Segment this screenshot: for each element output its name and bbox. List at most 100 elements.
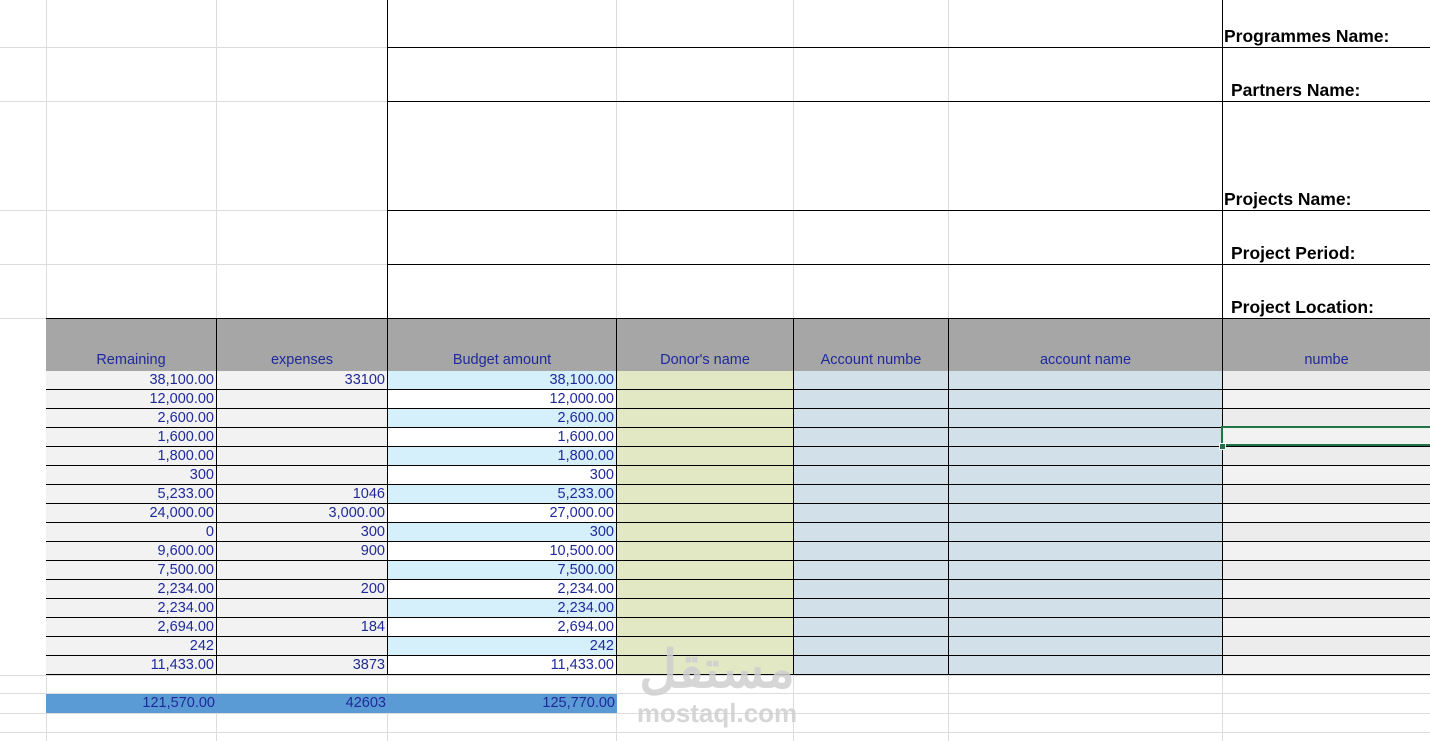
cell-account-name[interactable] — [949, 618, 1223, 637]
cell-number[interactable] — [1223, 599, 1430, 618]
cell-expenses[interactable]: 900 — [217, 542, 388, 561]
header-remaining[interactable]: Remaining — [46, 319, 217, 371]
cell-remaining[interactable]: 300 — [46, 466, 217, 485]
cell-account-number[interactable] — [794, 447, 949, 466]
cell-account-name[interactable] — [949, 371, 1223, 390]
cell-donor-name[interactable] — [617, 447, 794, 466]
cell-number[interactable] — [1223, 561, 1430, 580]
cell-account-name[interactable] — [949, 428, 1223, 447]
cell-expenses[interactable]: 1046 — [217, 485, 388, 504]
cell-budget-amount[interactable]: 27,000.00 — [388, 504, 617, 523]
cell-donor-name[interactable] — [617, 523, 794, 542]
cell-budget-amount[interactable]: 2,234.00 — [388, 599, 617, 618]
cell-remaining[interactable]: 9,600.00 — [46, 542, 217, 561]
cell-budget-amount[interactable]: 38,100.00 — [388, 371, 617, 390]
cell-remaining[interactable]: 2,600.00 — [46, 409, 217, 428]
cell-number[interactable] — [1223, 580, 1430, 599]
cell-budget-amount[interactable]: 11,433.00 — [388, 656, 617, 675]
cell-account-number[interactable] — [794, 504, 949, 523]
cell-number[interactable] — [1223, 637, 1430, 656]
cell-account-name[interactable] — [949, 542, 1223, 561]
cell-budget-amount[interactable]: 2,694.00 — [388, 618, 617, 637]
cell-number[interactable] — [1223, 523, 1430, 542]
fill-handle[interactable] — [1219, 443, 1226, 450]
cell-donor-name[interactable] — [617, 409, 794, 428]
cell-budget-amount[interactable]: 2,600.00 — [388, 409, 617, 428]
header-number[interactable]: numbe — [1223, 319, 1430, 371]
cell-donor-name[interactable] — [617, 466, 794, 485]
cell-budget-amount[interactable]: 300 — [388, 523, 617, 542]
cell-expenses[interactable]: 33100 — [217, 371, 388, 390]
selected-cell[interactable] — [1221, 426, 1430, 446]
cell-expenses[interactable]: 300 — [217, 523, 388, 542]
cell-donor-name[interactable] — [617, 561, 794, 580]
cell-remaining[interactable]: 0 — [46, 523, 217, 542]
cell-budget-amount[interactable]: 10,500.00 — [388, 542, 617, 561]
cell-account-name[interactable] — [949, 523, 1223, 542]
cell-number[interactable] — [1223, 466, 1430, 485]
cell-budget-amount[interactable]: 1,600.00 — [388, 428, 617, 447]
cell-account-number[interactable] — [794, 390, 949, 409]
cell-number[interactable] — [1223, 447, 1430, 466]
cell-remaining[interactable]: 24,000.00 — [46, 504, 217, 523]
cell-remaining[interactable]: 12,000.00 — [46, 390, 217, 409]
cell-expenses[interactable] — [217, 637, 388, 656]
cell-account-name[interactable] — [949, 466, 1223, 485]
cell-account-name[interactable] — [949, 599, 1223, 618]
cell-number[interactable] — [1223, 504, 1430, 523]
cell-number[interactable] — [1223, 542, 1430, 561]
cell-remaining[interactable]: 1,600.00 — [46, 428, 217, 447]
cell-donor-name[interactable] — [617, 599, 794, 618]
cell-remaining[interactable]: 5,233.00 — [46, 485, 217, 504]
cell-remaining[interactable]: 1,800.00 — [46, 447, 217, 466]
cell-account-name[interactable] — [949, 447, 1223, 466]
total-budget[interactable]: 125,770.00 — [388, 694, 617, 713]
cell-account-number[interactable] — [794, 466, 949, 485]
cell-expenses[interactable] — [217, 428, 388, 447]
cell-remaining[interactable]: 242 — [46, 637, 217, 656]
cell-donor-name[interactable] — [617, 371, 794, 390]
total-expenses[interactable]: 42603 — [217, 694, 388, 713]
cell-remaining[interactable]: 2,234.00 — [46, 580, 217, 599]
cell-account-name[interactable] — [949, 485, 1223, 504]
total-remaining[interactable]: 121,570.00 — [46, 694, 217, 713]
cell-expenses[interactable] — [217, 409, 388, 428]
cell-account-name[interactable] — [949, 561, 1223, 580]
cell-donor-name[interactable] — [617, 580, 794, 599]
cell-remaining[interactable]: 2,234.00 — [46, 599, 217, 618]
cell-number[interactable] — [1223, 656, 1430, 675]
cell-account-number[interactable] — [794, 523, 949, 542]
header-expenses[interactable]: expenses — [217, 319, 388, 371]
cell-account-number[interactable] — [794, 637, 949, 656]
cell-account-name[interactable] — [949, 504, 1223, 523]
cell-account-number[interactable] — [794, 656, 949, 675]
cell-donor-name[interactable] — [617, 618, 794, 637]
cell-account-number[interactable] — [794, 618, 949, 637]
cell-account-name[interactable] — [949, 580, 1223, 599]
header-budget-amount[interactable]: Budget amount — [388, 319, 617, 371]
header-donor-name[interactable]: Donor's name — [617, 319, 794, 371]
cell-account-number[interactable] — [794, 409, 949, 428]
cell-number[interactable] — [1223, 485, 1430, 504]
cell-budget-amount[interactable]: 242 — [388, 637, 617, 656]
cell-account-number[interactable] — [794, 599, 949, 618]
cell-donor-name[interactable] — [617, 485, 794, 504]
cell-budget-amount[interactable]: 5,233.00 — [388, 485, 617, 504]
cell-number[interactable] — [1223, 618, 1430, 637]
cell-account-name[interactable] — [949, 390, 1223, 409]
cell-account-name[interactable] — [949, 637, 1223, 656]
cell-expenses[interactable]: 3873 — [217, 656, 388, 675]
cell-account-number[interactable] — [794, 371, 949, 390]
cell-number[interactable] — [1223, 390, 1430, 409]
cell-account-number[interactable] — [794, 542, 949, 561]
cell-expenses[interactable]: 3,000.00 — [217, 504, 388, 523]
cell-remaining[interactable]: 2,694.00 — [46, 618, 217, 637]
cell-donor-name[interactable] — [617, 428, 794, 447]
cell-account-name[interactable] — [949, 409, 1223, 428]
cell-expenses[interactable] — [217, 390, 388, 409]
header-account-number[interactable]: Account numbe — [794, 319, 949, 371]
cell-expenses[interactable] — [217, 599, 388, 618]
cell-budget-amount[interactable]: 1,800.00 — [388, 447, 617, 466]
cell-donor-name[interactable] — [617, 542, 794, 561]
cell-budget-amount[interactable]: 300 — [388, 466, 617, 485]
